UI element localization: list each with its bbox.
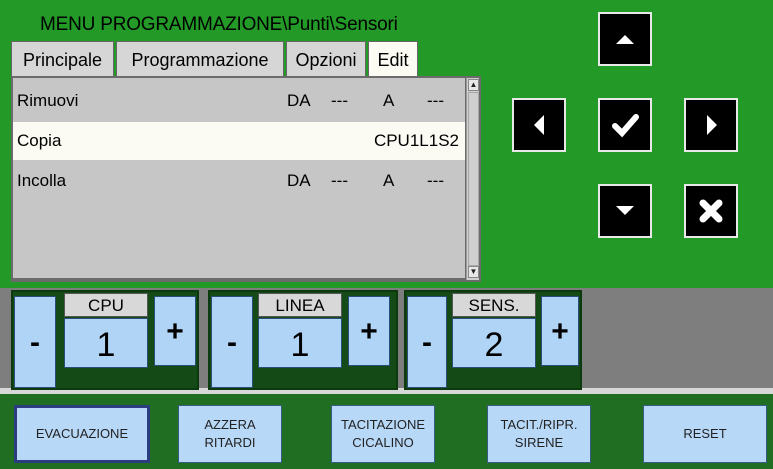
button-label-line2: CICALINO <box>352 435 414 450</box>
cpu-minus-button[interactable]: - <box>14 296 56 388</box>
tab-opzioni[interactable]: Opzioni <box>286 41 366 76</box>
from-label: DA <box>287 91 311 110</box>
list-item-label: Rimuovi <box>17 91 79 110</box>
linea-plus-button[interactable]: + <box>348 296 390 366</box>
list-item-label: Copia <box>17 131 62 150</box>
list-item-rimuovi[interactable]: Rimuovi DA --- A --- <box>13 82 465 120</box>
sens-value: 2 <box>452 318 536 368</box>
button-label: EVACUAZIONE <box>35 426 129 441</box>
copy-source-value: CPU1L1S2 <box>373 131 459 150</box>
tacit-ripr-sirene-button[interactable]: TACIT./RIPR. SIRENE <box>487 405 591 463</box>
tab-edit[interactable]: Edit <box>368 41 418 76</box>
nav-up-button[interactable] <box>598 12 652 66</box>
confirm-button[interactable] <box>598 98 652 152</box>
from-value: --- <box>331 91 348 110</box>
scroll-down-icon[interactable]: ▼ <box>468 266 479 278</box>
list-scrollbar[interactable]: ▲ ▼ <box>466 78 479 280</box>
tacitazione-cicalino-button[interactable]: TACITAZIONE CICALINO <box>331 405 435 463</box>
arrow-left-icon <box>534 115 544 135</box>
linea-value: 1 <box>258 318 342 368</box>
list-item-incolla[interactable]: Incolla DA --- A --- <box>13 162 465 200</box>
page-title: MENU PROGRAMMAZIONE\Punti\Sensori <box>40 14 398 35</box>
edit-list: Rimuovi DA --- A --- Copia CPU1L1S2 Inco… <box>11 76 481 282</box>
from-label: DA <box>287 171 311 190</box>
list-item-label: Incolla <box>17 171 67 190</box>
button-label-line2: RITARDI <box>204 435 256 450</box>
linea-minus-button[interactable]: - <box>211 296 253 388</box>
sens-plus-button[interactable]: + <box>541 296 579 366</box>
to-value: --- <box>427 91 444 110</box>
nav-down-button[interactable] <box>598 184 652 238</box>
evacuazione-button[interactable]: EVACUAZIONE <box>14 405 150 463</box>
cpu-label: CPU <box>64 293 148 317</box>
sens-minus-button[interactable]: - <box>407 296 447 388</box>
nav-right-button[interactable] <box>684 98 738 152</box>
button-label: TACITAZIONE <box>340 417 426 432</box>
azzera-ritardi-button[interactable]: AZZERA RITARDI <box>178 405 282 463</box>
check-icon <box>612 114 639 138</box>
list-item-copia[interactable]: Copia CPU1L1S2 <box>13 122 465 160</box>
linea-label: LINEA <box>258 293 342 317</box>
edit-list-content: Rimuovi DA --- A --- Copia CPU1L1S2 Inco… <box>13 78 465 278</box>
cancel-button[interactable] <box>684 184 738 238</box>
cross-icon <box>699 199 723 223</box>
button-label: AZZERA <box>204 417 256 432</box>
reset-button[interactable]: RESET <box>643 405 767 463</box>
arrow-down-icon <box>616 206 634 215</box>
scroll-thumb[interactable] <box>468 92 479 266</box>
tab-principale[interactable]: Principale <box>11 41 114 76</box>
cpu-value: 1 <box>64 318 148 368</box>
to-label: A <box>383 91 395 110</box>
button-label-line2: SIRENE <box>514 435 564 450</box>
to-value: --- <box>427 171 444 190</box>
to-label: A <box>383 171 395 190</box>
scroll-up-icon[interactable]: ▲ <box>468 79 479 91</box>
nav-left-button[interactable] <box>512 98 566 152</box>
arrow-up-icon <box>616 35 634 44</box>
sens-label: SENS. <box>452 293 536 317</box>
button-label: TACIT./RIPR. <box>500 417 578 432</box>
button-label: RESET <box>683 426 727 441</box>
arrow-right-icon <box>707 115 717 135</box>
from-value: --- <box>331 171 348 190</box>
tab-programmazione[interactable]: Programmazione <box>116 41 284 76</box>
cpu-plus-button[interactable]: + <box>154 296 196 366</box>
